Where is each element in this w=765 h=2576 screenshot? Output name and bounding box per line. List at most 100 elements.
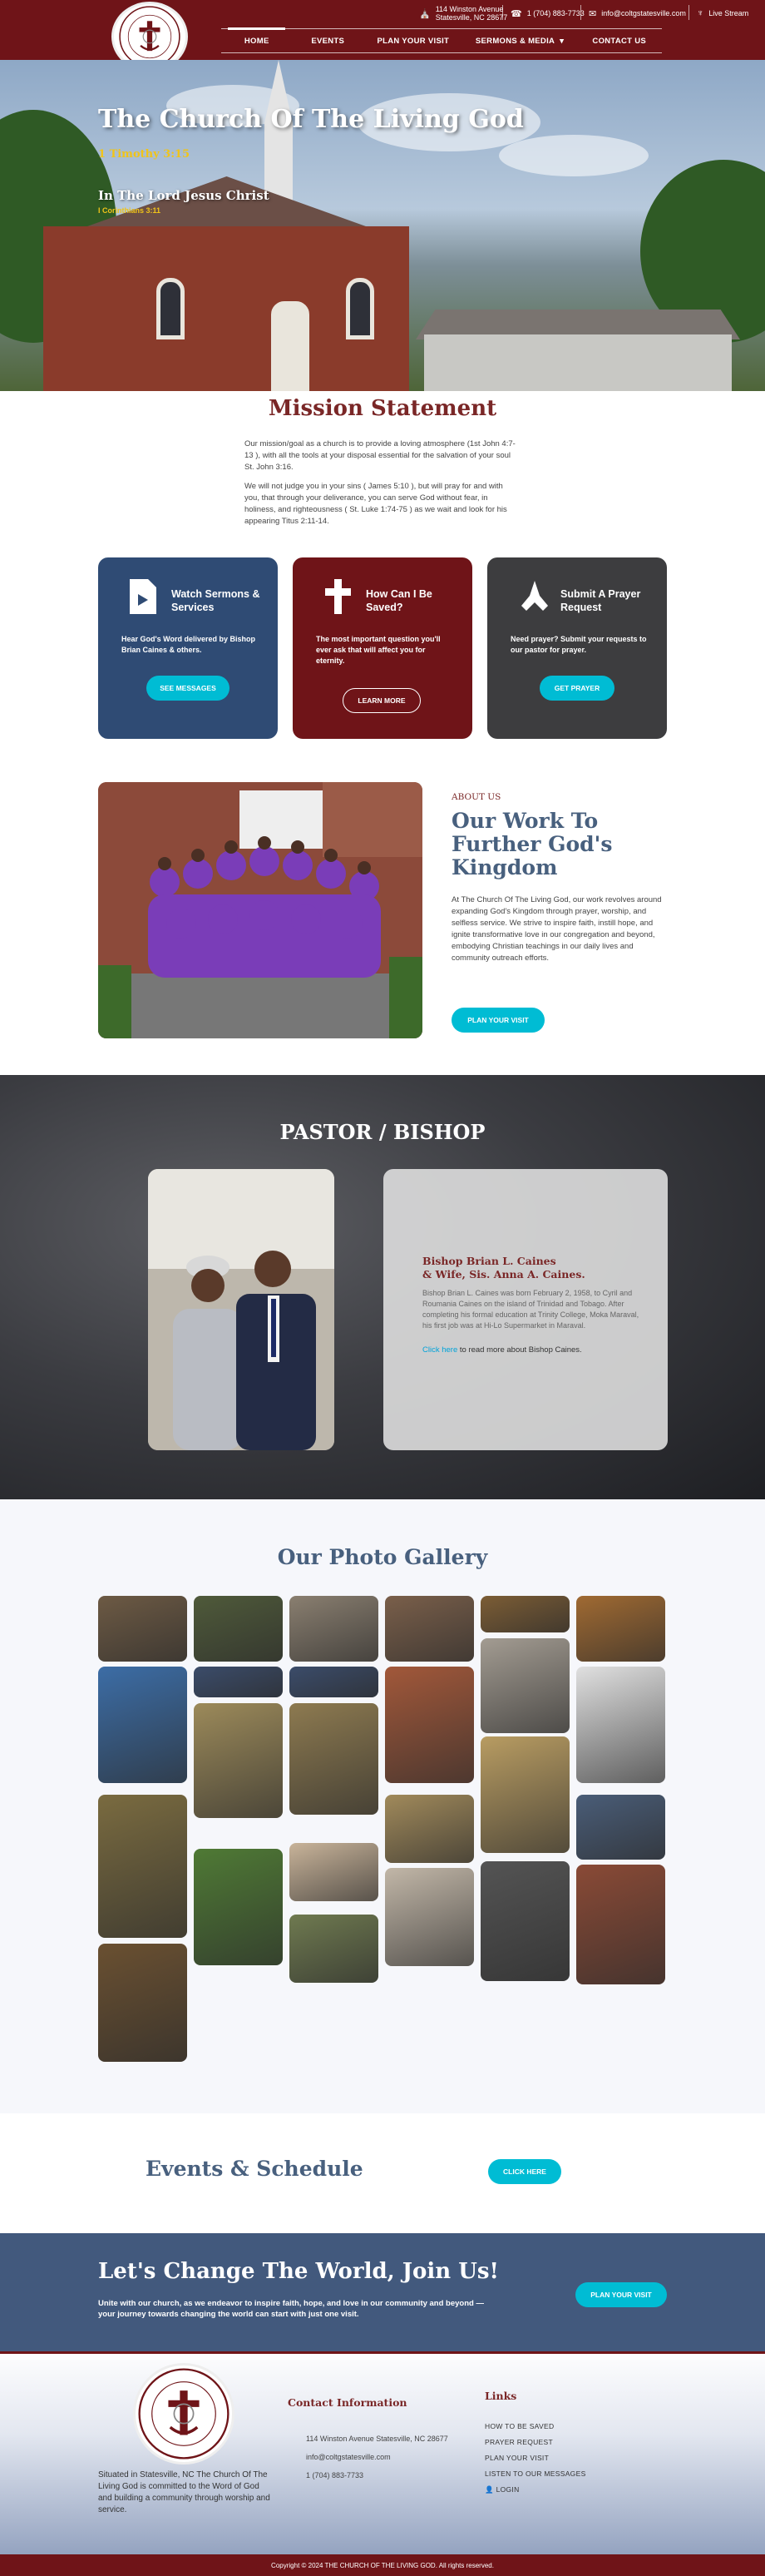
see-messages-button[interactable]: SEE MESSAGES — [146, 676, 230, 701]
hero-subverse: I Corinthians 3:11 — [98, 206, 161, 215]
card-prayer-request: Submit A Prayer Request Need prayer? Sub… — [487, 557, 667, 739]
hero-subtitle: In The Lord Jesus Christ — [98, 188, 269, 203]
gallery-photo[interactable] — [98, 1944, 187, 2062]
events-click-here-button[interactable]: CLICK HERE — [488, 2159, 561, 2184]
gallery-title: Our Photo Gallery — [277, 1545, 488, 1569]
broadcast-icon: ♆ — [697, 8, 704, 18]
hero-verse: 1 Timothy 3:15 — [98, 148, 190, 161]
gallery-photo[interactable] — [194, 1596, 283, 1662]
chevron-down-icon: ▾ — [560, 36, 565, 46]
pastor-name-line2: & Wife, Sis. Anna A. Caines. — [422, 1268, 585, 1281]
cross-icon — [325, 579, 351, 614]
nav-sermons-label: SERMONS & MEDIA — [475, 36, 555, 46]
gallery-photo[interactable] — [289, 1843, 378, 1901]
footer-link-prayer-request[interactable]: PRAYER REQUEST — [485, 2438, 553, 2446]
gallery-photo[interactable] — [98, 1795, 187, 1938]
phone-info[interactable]: ☎ 1 (704) 883-7733 — [511, 3, 585, 23]
gallery-photo[interactable] — [385, 1795, 474, 1863]
footer-address: 114 Winston Avenue Statesville, NC 28677 — [306, 2435, 448, 2443]
click-here-link[interactable]: Click here — [422, 1345, 457, 1355]
gallery-photo[interactable] — [385, 1667, 474, 1783]
main-nav: HOME EVENTS PLAN YOUR VISIT SERMONS & ME… — [221, 27, 662, 53]
about-text: At The Church Of The Living God, our wor… — [452, 895, 662, 963]
gallery-photo[interactable] — [481, 1861, 570, 1981]
gallery-photo[interactable] — [98, 1596, 187, 1662]
cta-title: Let's Change The World, Join Us! — [98, 2259, 499, 2284]
pastor-read-more: Click here to read more about Bishop Cai… — [422, 1345, 582, 1355]
plan-visit-button[interactable]: PLAN YOUR VISIT — [452, 1008, 545, 1033]
gallery-photo[interactable] — [289, 1915, 378, 1983]
header-phone: 1 (704) 883-7733 — [526, 9, 585, 17]
card-title: How Can I Be Saved? — [366, 588, 432, 613]
gallery-photo[interactable] — [289, 1703, 378, 1815]
footer-link-listen-messages[interactable]: LISTEN TO OUR MESSAGES — [485, 2469, 586, 2478]
address-line1: 114 Winston Avenue — [435, 5, 504, 13]
gallery-photo[interactable] — [481, 1638, 570, 1733]
mission-title: Mission Statement — [268, 396, 497, 421]
get-prayer-button[interactable]: GET PRAYER — [540, 676, 614, 701]
gallery-photo[interactable] — [194, 1667, 283, 1697]
gallery-photo[interactable] — [289, 1596, 378, 1662]
cta-text: Unite with our church, as we endeavor to… — [98, 2299, 484, 2319]
user-icon: 👤 — [485, 2485, 494, 2494]
gallery-photo[interactable] — [289, 1667, 378, 1697]
card-text: Need prayer? Submit your requests to our… — [511, 635, 647, 654]
gallery-photo[interactable] — [385, 1868, 474, 1966]
pastor-bio: Bishop Brian L. Caines was born February… — [422, 1289, 639, 1330]
email-icon: ✉ — [589, 8, 597, 19]
nav-sermons-media[interactable]: SERMONS & MEDIA ▾ — [463, 29, 577, 52]
footer-links-heading: Links — [485, 2390, 517, 2402]
gallery-photo[interactable] — [194, 1849, 283, 1965]
footer-email[interactable]: info@coltgstatesville.com — [306, 2453, 391, 2461]
address-info: ⛪ 114 Winston Avenue Statesville, NC 2867… — [419, 3, 507, 23]
pastor-name-line1: Bishop Brian L. Caines — [422, 1255, 556, 1267]
congregation-photo — [98, 782, 422, 1038]
video-file-icon — [130, 579, 156, 614]
nav-events[interactable]: EVENTS — [292, 29, 363, 52]
footer-phone[interactable]: 1 (704) 883-7733 — [306, 2471, 363, 2479]
gallery-photo[interactable] — [576, 1795, 665, 1860]
mission-paragraph-2: We will not judge you in your sins ( Jam… — [244, 482, 507, 526]
footer-logo[interactable] — [133, 2363, 234, 2465]
card-title: Submit A Prayer Request — [560, 588, 641, 613]
card-text: Hear God's Word delivered by Bishop Bria… — [121, 635, 256, 654]
live-stream-link[interactable]: ♆ Live Stream — [697, 3, 748, 23]
nav-contact-us[interactable]: CONTACT US — [576, 29, 662, 52]
gallery-photo[interactable] — [481, 1736, 570, 1853]
location-icon: ⛪ — [419, 8, 431, 19]
nav-plan-your-visit[interactable]: PLAN YOUR VISIT — [363, 29, 463, 52]
address-line2: Statesville, NC 28677 — [435, 13, 508, 22]
footer-link-how-to-be-saved[interactable]: HOW TO BE SAVED — [485, 2422, 554, 2430]
header-email: info@coltgstatesville.com — [601, 9, 686, 17]
events-title: Events & Schedule — [146, 2157, 363, 2181]
email-info[interactable]: ✉ info@coltgstatesville.com — [589, 3, 686, 23]
footer-link-login[interactable]: 👤 LOGIN — [485, 2485, 520, 2494]
hero-title: The Church Of The Living God — [98, 105, 524, 134]
pastor-photo — [148, 1169, 334, 1450]
login-label: LOGIN — [496, 2485, 520, 2494]
gallery-photo[interactable] — [98, 1667, 187, 1783]
footer-about: Situated in Statesville, NC The Church O… — [98, 2470, 270, 2514]
read-more-suffix: to read more about Bishop Caines. — [457, 1345, 582, 1355]
phone-icon: ☎ — [511, 8, 522, 19]
live-stream-label: Live Stream — [708, 9, 749, 17]
card-text: The most important question you'll ever … — [316, 635, 441, 665]
cta-plan-visit-button[interactable]: PLAN YOUR VISIT — [575, 2282, 667, 2307]
card-watch-sermons: Watch Sermons & Services Hear God's Word… — [98, 557, 278, 739]
gallery-photo[interactable] — [481, 1596, 570, 1632]
learn-more-button[interactable]: LEARN MORE — [343, 688, 421, 713]
about-label: ABOUT US — [452, 792, 501, 802]
pastor-name: Bishop Brian L. Caines & Wife, Sis. Anna… — [422, 1255, 639, 1281]
gallery-photo[interactable] — [576, 1596, 665, 1662]
mission-paragraph-1: Our mission/goal as a church is to provi… — [244, 439, 516, 472]
gallery-photo[interactable] — [194, 1703, 283, 1818]
pastor-title: PASTOR / BISHOP — [279, 1120, 486, 1144]
gallery-photo[interactable] — [576, 1667, 665, 1783]
copyright-bar: Copyright © 2024 THE CHURCH OF THE LIVIN… — [0, 2554, 765, 2576]
gallery-photo[interactable] — [576, 1865, 665, 1984]
footer-link-plan-your-visit[interactable]: PLAN YOUR VISIT — [485, 2454, 549, 2462]
card-title: Watch Sermons & Services — [171, 588, 260, 613]
footer-contact-heading: Contact Information — [288, 2396, 407, 2409]
nav-home[interactable]: HOME — [221, 27, 292, 52]
gallery-photo[interactable] — [385, 1596, 474, 1662]
